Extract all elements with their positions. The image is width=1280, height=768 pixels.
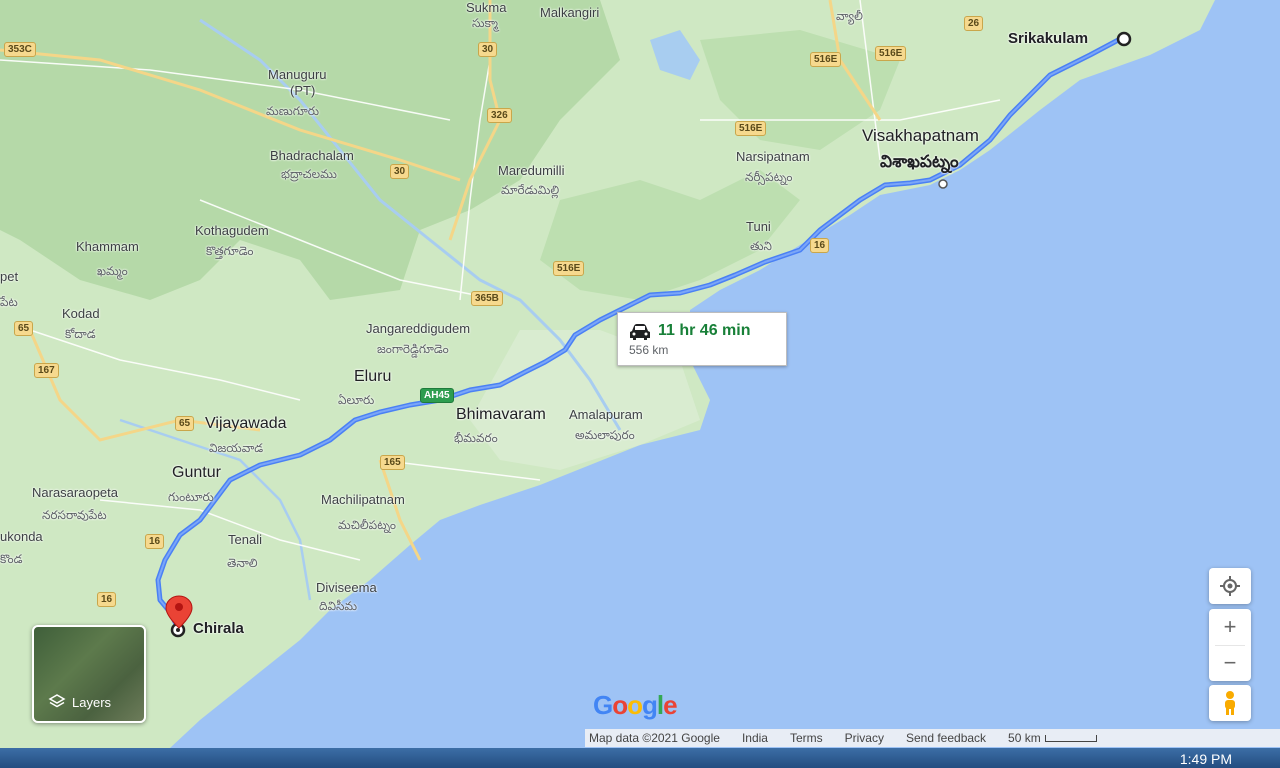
shield-165: 165 (380, 455, 405, 470)
shield-167: 167 (34, 363, 59, 378)
shield-65-kodad: 65 (14, 321, 34, 336)
zoom-in-button[interactable]: + (1209, 609, 1251, 645)
scale-line (1044, 734, 1097, 742)
shield-516e-d: 516E (553, 261, 585, 276)
terms-link[interactable]: Terms (790, 731, 823, 745)
place-manuguru-pt: (PT) (290, 83, 316, 98)
shield-516e-c: 516E (735, 121, 767, 136)
place-ukonda-te: కొండ (0, 552, 23, 566)
place-machilipatnam: Machilipatnam (321, 492, 405, 507)
shield-ah45: AH45 (420, 388, 454, 403)
place-jangareddigudem-te: జంగారెడ్డిగూడెం (377, 342, 449, 356)
shield-16-south: 16 (97, 592, 117, 607)
place-bhimavaram-te: భీమవరం (454, 431, 498, 445)
zoom-out-button[interactable]: − (1209, 645, 1251, 681)
route-distance: 556 km (629, 343, 669, 357)
place-kodad-te: కోదాడ (65, 327, 96, 341)
origin-marker (1116, 31, 1132, 47)
my-location-icon (1220, 576, 1240, 596)
privacy-link[interactable]: Privacy (845, 731, 884, 745)
place-pet-te: పేట (0, 295, 18, 309)
place-ukonda: ukonda (0, 529, 43, 544)
map-canvas[interactable] (0, 0, 1280, 748)
taskbar-clock[interactable]: 1:49 PM (1180, 751, 1232, 767)
place-visakhapatnam-te: విశాఖపట్నం (880, 152, 959, 171)
pegman-icon (1225, 691, 1235, 715)
place-vijayawada: Vijayawada (205, 415, 287, 432)
place-tenali: Tenali (228, 532, 262, 547)
place-eluru: Eluru (354, 368, 392, 385)
shield-65-vijayawada: 65 (175, 416, 195, 431)
shield-30-south: 30 (390, 164, 410, 179)
scale-bar[interactable]: 50 km (1008, 731, 1097, 745)
shield-16-guntur: 16 (145, 534, 165, 549)
place-kothagudem-te: కొత్తగూడెం (206, 244, 254, 258)
place-bhadrachalam-te: భద్రాచలము (281, 167, 337, 181)
car-icon (630, 324, 650, 340)
place-tuni-te: తుని (750, 239, 772, 253)
my-location-button[interactable] (1209, 568, 1251, 604)
place-diviseema-te: దివిసీమ (319, 599, 358, 613)
route-duration: 11 hr 46 min (658, 322, 751, 339)
place-narsipatnam-te: నర్సీపట్నం (745, 170, 793, 184)
place-khammam-te: ఖమ్మం (97, 264, 128, 278)
place-maredumilli: Maredumilli (498, 163, 565, 178)
map-data-attribution: Map data ©2021 Google (589, 731, 720, 745)
place-guntur-te: గుంటూరు (168, 490, 214, 504)
shield-516e-b: 516E (875, 46, 907, 61)
shield-16-tuni: 16 (810, 238, 830, 253)
shield-326: 326 (487, 108, 512, 123)
place-maredumilli-te: మారేడుమిల్లి (501, 183, 560, 197)
place-amalapuram: Amalapuram (569, 407, 643, 422)
place-narasaraopeta: Narasaraopeta (32, 485, 118, 500)
place-eluru-te: ఏలూరు (338, 393, 375, 407)
scale-label: 50 km (1008, 731, 1041, 745)
place-vyalli-te: వ్యాలీ (836, 9, 863, 23)
place-srikakulam[interactable]: Srikakulam (1008, 31, 1088, 46)
place-machilipatnam-te: మచిలీపట్నం (338, 518, 397, 532)
place-visakhapatnam: Visakhapatnam (862, 126, 979, 145)
india-link[interactable]: India (742, 731, 768, 745)
place-khammam: Khammam (76, 239, 139, 254)
place-narasaraopeta-te: నరసరావుపేట (42, 508, 107, 522)
place-malkangiri: Malkangiri (540, 5, 600, 20)
send-feedback-link[interactable]: Send feedback (906, 731, 986, 745)
layers-icon (48, 694, 66, 708)
place-sukma-te: సుక్మా (472, 16, 499, 30)
place-tenali-te: తెనాలి (227, 556, 258, 570)
place-narsipatnam: Narsipatnam (736, 149, 810, 164)
place-kodad: Kodad (62, 306, 100, 321)
place-bhadrachalam: Bhadrachalam (270, 148, 354, 163)
place-amalapuram-te: అమలాపురం (575, 428, 635, 442)
place-sukma: Sukma (466, 0, 507, 15)
place-manuguru: Manuguru (268, 67, 327, 82)
place-bhimavaram: Bhimavaram (456, 406, 546, 423)
pegman-button[interactable] (1209, 685, 1251, 721)
shield-30: 30 (478, 42, 498, 57)
os-taskbar: 1:49 PM (0, 748, 1280, 768)
shield-516e-a: 516E (810, 52, 842, 67)
place-diviseema: Diviseema (316, 580, 377, 595)
place-manuguru-te: మణుగూరు (266, 104, 320, 118)
place-chirala[interactable]: Chirala (193, 621, 244, 636)
route-info-box[interactable]: 11 hr 46 min 556 km (617, 312, 787, 366)
place-tuni: Tuni (746, 219, 771, 234)
shield-365b: 365B (471, 291, 503, 306)
zoom-controls: + − (1209, 609, 1251, 681)
shield-26: 26 (964, 16, 984, 31)
layers-button[interactable]: Layers (32, 625, 146, 723)
place-jangareddigudem: Jangareddigudem (366, 321, 471, 336)
map-footer: Map data ©2021 Google India Terms Privac… (585, 729, 1280, 747)
shield-353c: 353C (4, 42, 36, 57)
place-guntur: Guntur (172, 464, 221, 481)
place-pet: pet (0, 269, 19, 284)
place-kothagudem: Kothagudem (195, 223, 269, 238)
layers-label: Layers (72, 694, 112, 710)
place-vijayawada-te: విజయవాడ (209, 441, 264, 455)
google-logo: Google (593, 690, 678, 720)
